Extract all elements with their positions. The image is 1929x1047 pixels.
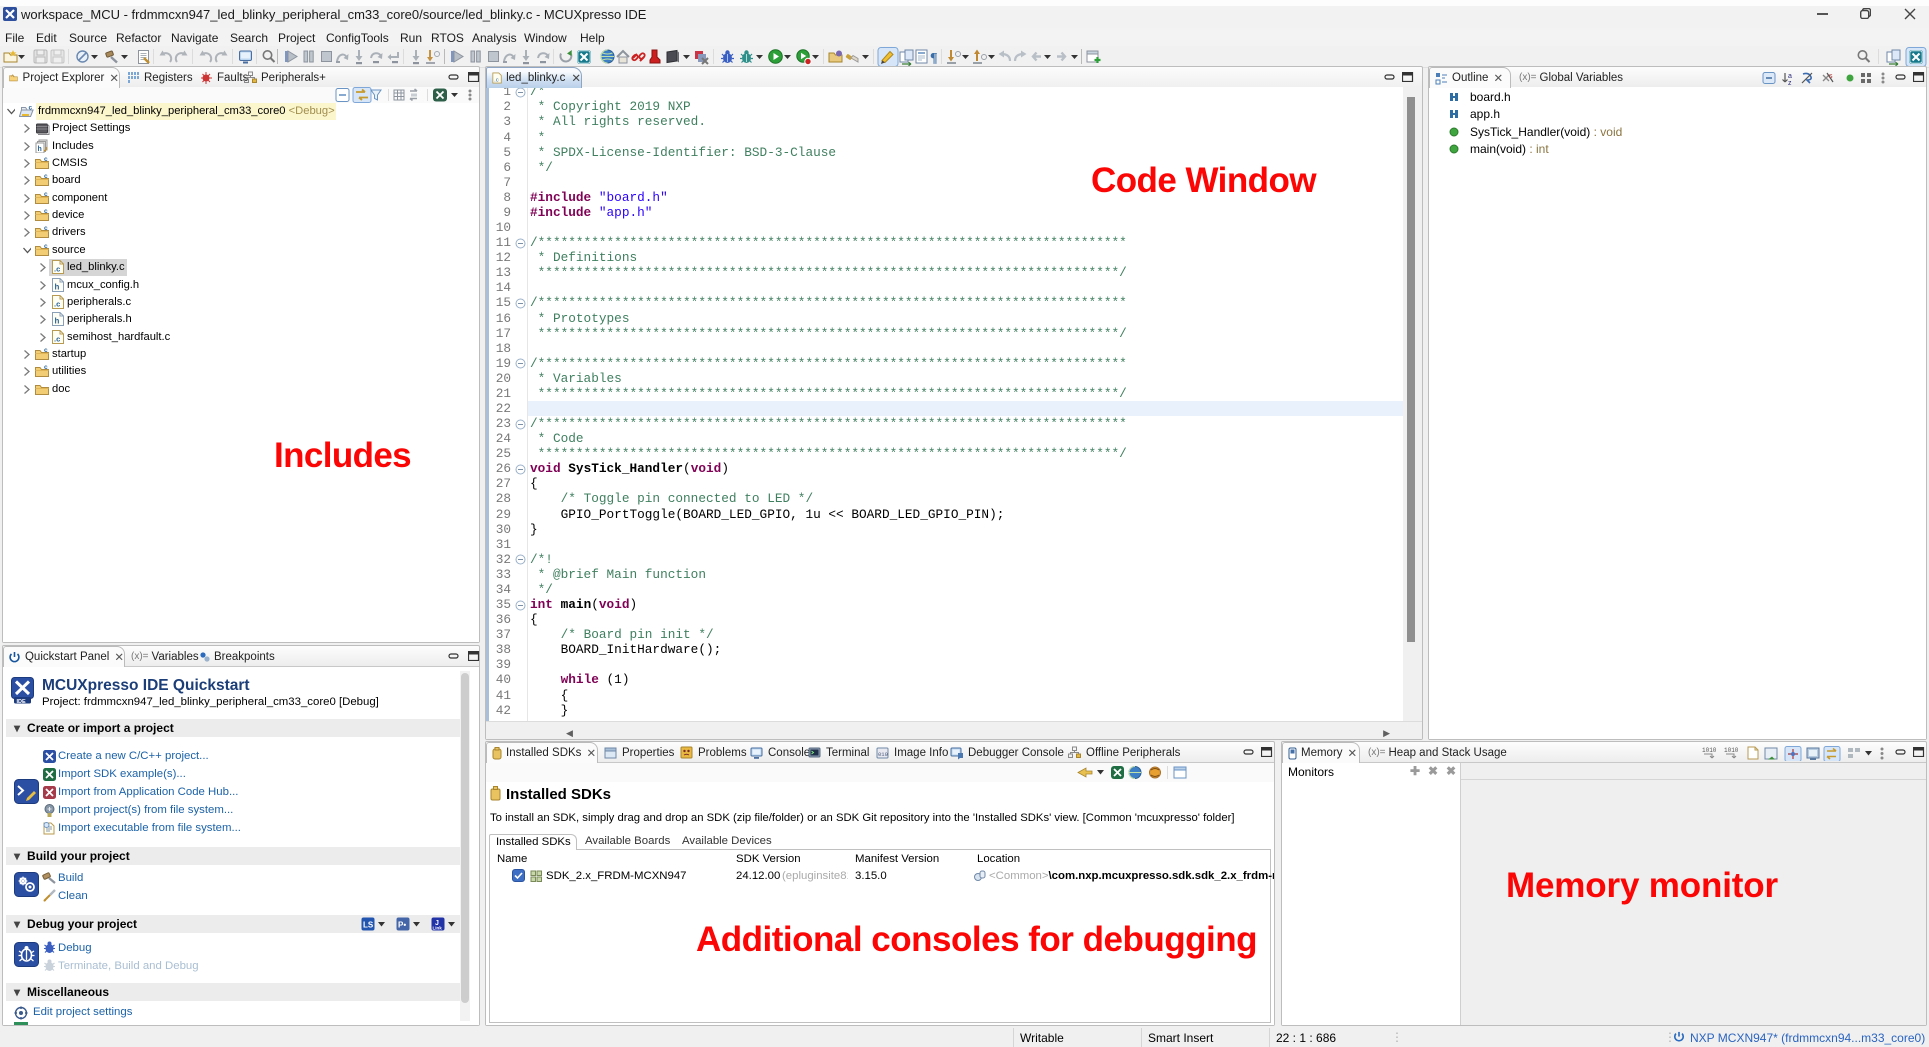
svg-text:LS: LS: [363, 921, 374, 930]
svg-text:P•: P•: [398, 921, 406, 930]
svg-text:.c: .c: [494, 77, 499, 83]
svg-text:s: s: [1829, 73, 1833, 80]
svg-text:IDE: IDE: [17, 699, 27, 704]
svg-text:010: 010: [878, 751, 888, 758]
svg-text:Link: Link: [433, 926, 443, 931]
svg-text:1010: 1010: [1724, 747, 1739, 754]
svg-text:z: z: [1788, 80, 1792, 86]
svg-text:1010: 1010: [1702, 747, 1717, 754]
svg-text:a: a: [1788, 73, 1792, 80]
